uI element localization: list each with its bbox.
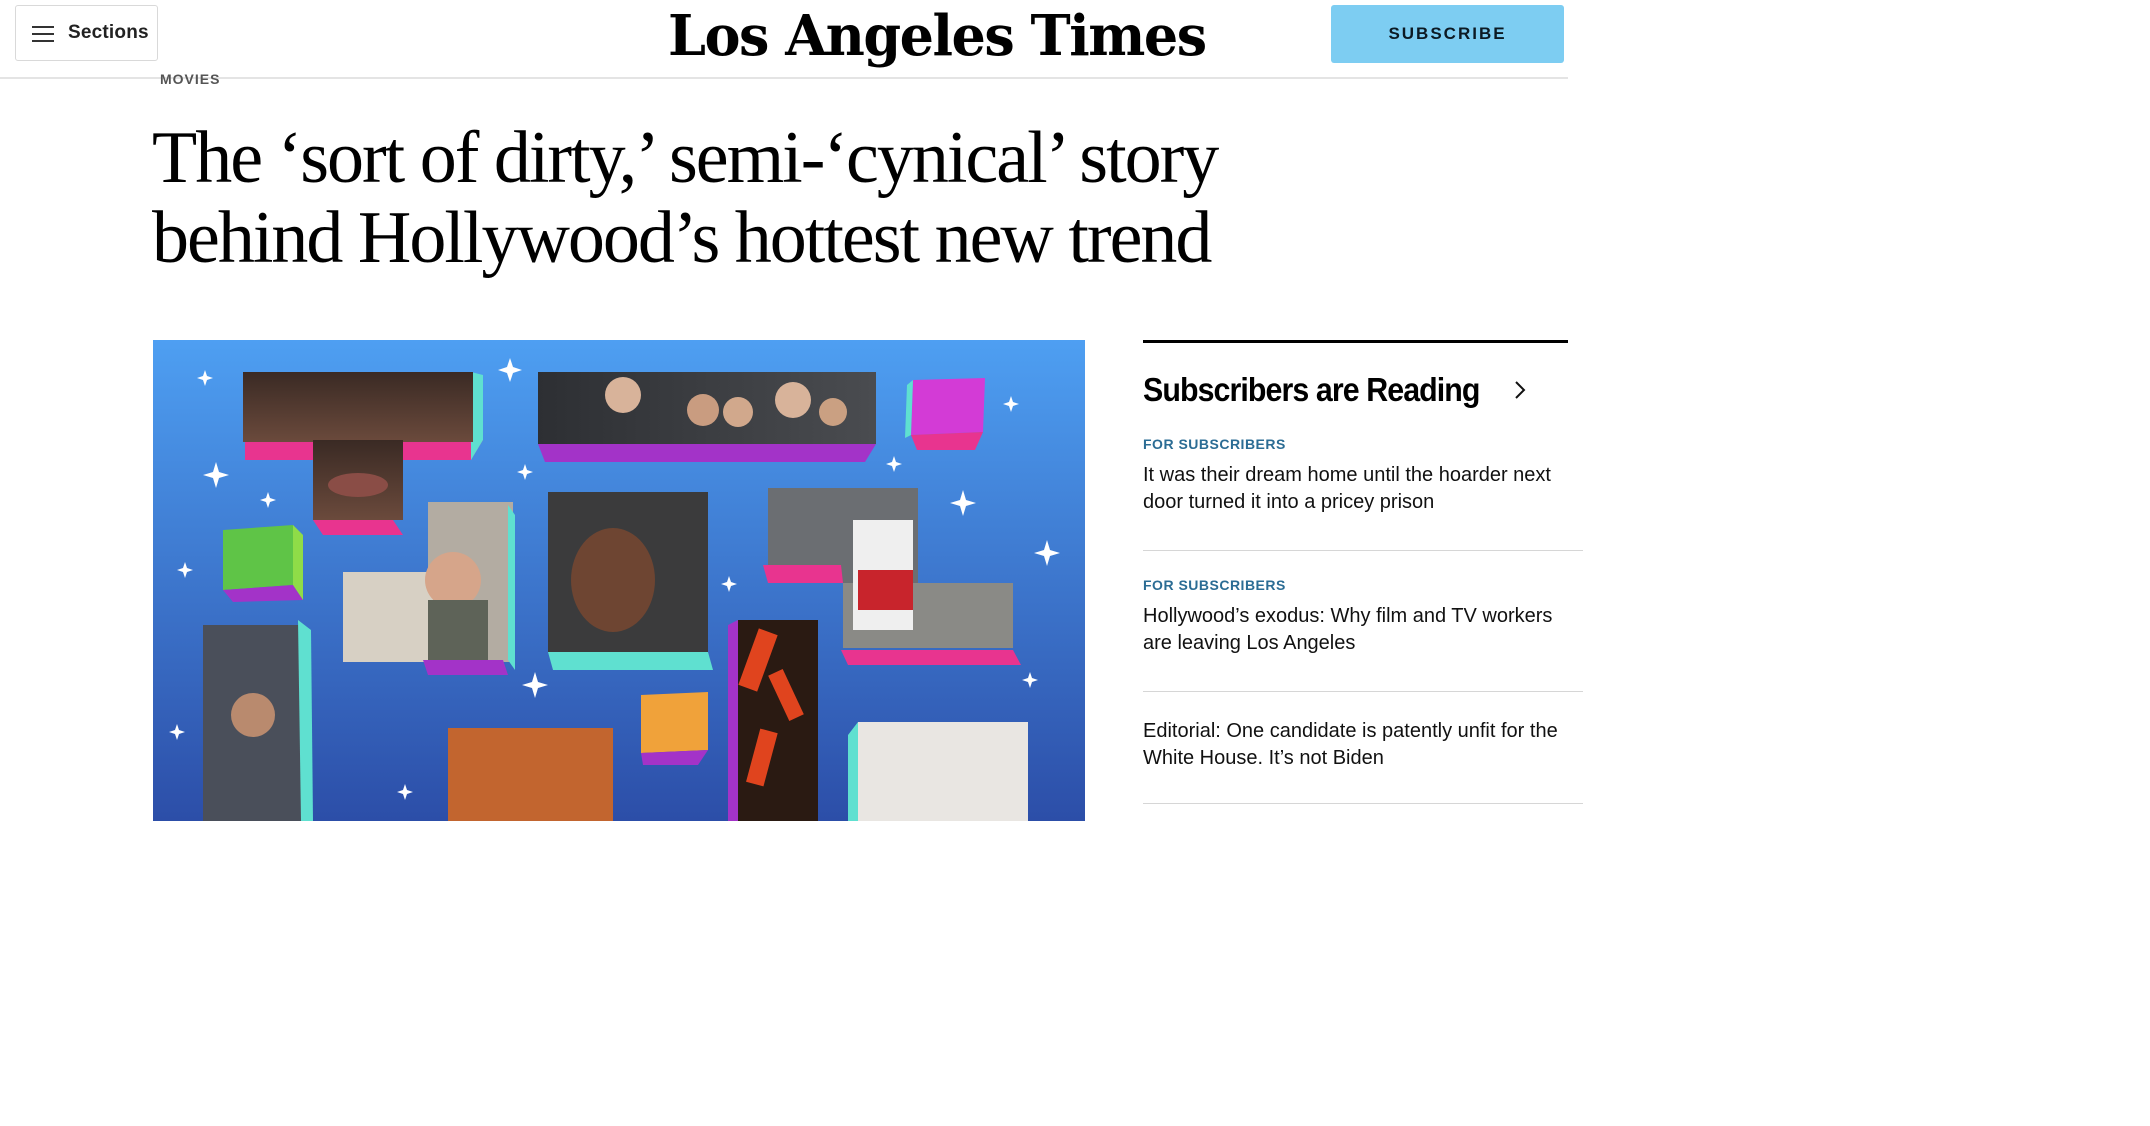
sections-menu-button[interactable]: Sections <box>15 5 158 61</box>
hero-image[interactable] <box>153 340 1085 821</box>
rail-title[interactable]: Subscribers are Reading <box>1143 371 1480 409</box>
photo-tile-man <box>548 492 713 670</box>
story-headline[interactable]: Editorial: One candidate is patently unf… <box>1143 718 1583 772</box>
photo-tile-face-bottom <box>448 728 613 821</box>
story-label: FOR SUBSCRIBERS <box>1143 436 1286 452</box>
rail-divider <box>1143 550 1583 551</box>
photo-tile-hand <box>858 722 1028 821</box>
subscribers-reading-rail: Subscribers are Reading FOR SUBSCRIBERS … <box>1143 340 1583 824</box>
story-headline[interactable]: It was their dream home until the hoarde… <box>1143 462 1583 516</box>
article-headline: The ‘sort of dirty,’ semi-‘cynical’ stor… <box>152 117 1219 279</box>
rail-divider <box>1143 691 1583 692</box>
story-label: FOR SUBSCRIBERS <box>1143 577 1286 593</box>
subscribe-button[interactable]: SUBSCRIBE <box>1331 5 1564 63</box>
decor-cube-pink <box>905 378 985 450</box>
photo-tile-snacks <box>728 620 818 821</box>
story-headline[interactable]: Hollywood’s exodus: Why film and TV work… <box>1143 603 1573 657</box>
rail-story[interactable]: Editorial: One candidate is patently unf… <box>1143 718 1603 772</box>
sections-label: Sections <box>68 22 149 43</box>
section-kicker[interactable]: MOVIES <box>160 71 220 87</box>
rail-story[interactable]: FOR SUBSCRIBERS Hollywood’s exodus: Why … <box>1143 577 1603 657</box>
site-logo[interactable]: Los Angeles Times <box>668 0 1207 73</box>
site-header: Sections Los Angeles Times SUBSCRIBE <box>0 0 1568 79</box>
rail-story[interactable]: FOR SUBSCRIBERS It was their dream home … <box>1143 436 1603 516</box>
photo-tile-group <box>538 372 876 462</box>
rail-divider <box>1143 803 1583 804</box>
decor-cube-orange <box>641 692 708 765</box>
chevron-right-icon[interactable] <box>1513 377 1527 403</box>
decor-cube-green <box>223 525 303 602</box>
hamburger-menu-icon <box>32 26 54 42</box>
